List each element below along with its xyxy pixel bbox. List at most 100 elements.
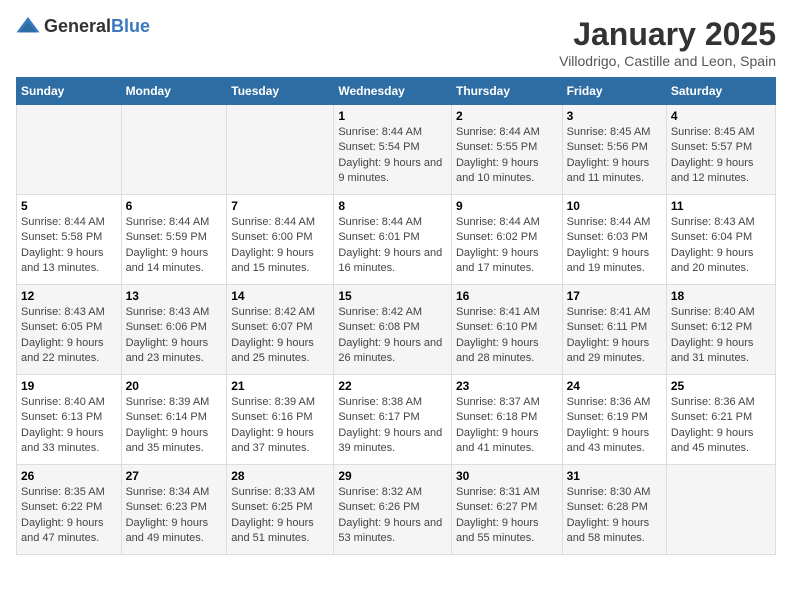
day-number: 15 bbox=[338, 289, 447, 303]
day-info: Sunrise: 8:40 AM Sunset: 6:12 PM Dayligh… bbox=[671, 305, 771, 367]
calendar-cell: 18 Sunrise: 8:40 AM Sunset: 6:12 PM Dayli… bbox=[666, 285, 775, 375]
calendar-cell: 7 Sunrise: 8:44 AM Sunset: 6:00 PM Daylig… bbox=[227, 195, 334, 285]
day-info: Sunrise: 8:35 AM Sunset: 6:22 PM Dayligh… bbox=[21, 485, 117, 547]
calendar-cell: 23 Sunrise: 8:37 AM Sunset: 6:18 PM Dayli… bbox=[451, 375, 562, 465]
day-number: 16 bbox=[456, 289, 558, 303]
calendar-cell: 17 Sunrise: 8:41 AM Sunset: 6:11 PM Dayli… bbox=[562, 285, 666, 375]
calendar-cell: 30 Sunrise: 8:31 AM Sunset: 6:27 PM Dayli… bbox=[451, 465, 562, 555]
day-number: 17 bbox=[567, 289, 662, 303]
calendar-cell: 2 Sunrise: 8:44 AM Sunset: 5:55 PM Daylig… bbox=[451, 105, 562, 195]
day-info: Sunrise: 8:40 AM Sunset: 6:13 PM Dayligh… bbox=[21, 395, 117, 457]
day-info: Sunrise: 8:36 AM Sunset: 6:19 PM Dayligh… bbox=[567, 395, 662, 457]
day-number: 6 bbox=[126, 199, 223, 213]
day-info: Sunrise: 8:44 AM Sunset: 5:54 PM Dayligh… bbox=[338, 125, 447, 187]
day-info: Sunrise: 8:38 AM Sunset: 6:17 PM Dayligh… bbox=[338, 395, 447, 457]
header-day-friday: Friday bbox=[562, 78, 666, 105]
day-number: 7 bbox=[231, 199, 329, 213]
calendar-week-4: 19 Sunrise: 8:40 AM Sunset: 6:13 PM Dayli… bbox=[17, 375, 776, 465]
calendar-cell: 10Sunrise: 8:44 AM Sunset: 6:03 PM Dayli… bbox=[562, 195, 666, 285]
calendar-cell bbox=[227, 105, 334, 195]
day-info: Sunrise: 8:43 AM Sunset: 6:06 PM Dayligh… bbox=[126, 305, 223, 367]
logo-general: General bbox=[44, 16, 111, 36]
day-info: Sunrise: 8:42 AM Sunset: 6:08 PM Dayligh… bbox=[338, 305, 447, 367]
day-info: Sunrise: 8:45 AM Sunset: 5:57 PM Dayligh… bbox=[671, 125, 771, 187]
day-info: Sunrise: 8:45 AM Sunset: 5:56 PM Dayligh… bbox=[567, 125, 662, 187]
day-number: 11 bbox=[671, 199, 771, 213]
day-info: Sunrise: 8:32 AM Sunset: 6:26 PM Dayligh… bbox=[338, 485, 447, 547]
calendar-cell: 8 Sunrise: 8:44 AM Sunset: 6:01 PM Daylig… bbox=[334, 195, 452, 285]
day-info: Sunrise: 8:44 AM Sunset: 6:03 PM Dayligh… bbox=[567, 215, 662, 277]
calendar-cell: 4 Sunrise: 8:45 AM Sunset: 5:57 PM Daylig… bbox=[666, 105, 775, 195]
day-info: Sunrise: 8:44 AM Sunset: 5:55 PM Dayligh… bbox=[456, 125, 558, 187]
day-number: 4 bbox=[671, 109, 771, 123]
calendar-cell: 13 Sunrise: 8:43 AM Sunset: 6:06 PM Dayli… bbox=[121, 285, 227, 375]
calendar-cell: 19 Sunrise: 8:40 AM Sunset: 6:13 PM Dayli… bbox=[17, 375, 122, 465]
day-info: Sunrise: 8:42 AM Sunset: 6:07 PM Dayligh… bbox=[231, 305, 329, 367]
day-info: Sunrise: 8:37 AM Sunset: 6:18 PM Dayligh… bbox=[456, 395, 558, 457]
calendar-header-row: SundayMondayTuesdayWednesdayThursdayFrid… bbox=[17, 78, 776, 105]
header-day-sunday: Sunday bbox=[17, 78, 122, 105]
calendar-cell: 12 Sunrise: 8:43 AM Sunset: 6:05 PM Dayli… bbox=[17, 285, 122, 375]
day-number: 14 bbox=[231, 289, 329, 303]
calendar-cell bbox=[121, 105, 227, 195]
day-number: 21 bbox=[231, 379, 329, 393]
header-day-monday: Monday bbox=[121, 78, 227, 105]
day-info: Sunrise: 8:34 AM Sunset: 6:23 PM Dayligh… bbox=[126, 485, 223, 547]
header-day-wednesday: Wednesday bbox=[334, 78, 452, 105]
calendar-week-1: 1Sunrise: 8:44 AM Sunset: 5:54 PM Daylig… bbox=[17, 105, 776, 195]
calendar-week-5: 26 Sunrise: 8:35 AM Sunset: 6:22 PM Dayli… bbox=[17, 465, 776, 555]
logo-icon bbox=[16, 17, 40, 37]
calendar-cell: 28 Sunrise: 8:33 AM Sunset: 6:25 PM Dayli… bbox=[227, 465, 334, 555]
title-area: January 2025 Villodrigo, Castille and Le… bbox=[559, 16, 776, 69]
calendar-cell: 3Sunrise: 8:45 AM Sunset: 5:56 PM Daylig… bbox=[562, 105, 666, 195]
day-number: 26 bbox=[21, 469, 117, 483]
calendar-table: SundayMondayTuesdayWednesdayThursdayFrid… bbox=[16, 77, 776, 555]
day-info: Sunrise: 8:44 AM Sunset: 6:02 PM Dayligh… bbox=[456, 215, 558, 277]
calendar-cell: 31Sunrise: 8:30 AM Sunset: 6:28 PM Dayli… bbox=[562, 465, 666, 555]
calendar-cell: 26 Sunrise: 8:35 AM Sunset: 6:22 PM Dayli… bbox=[17, 465, 122, 555]
header-day-saturday: Saturday bbox=[666, 78, 775, 105]
day-number: 25 bbox=[671, 379, 771, 393]
day-info: Sunrise: 8:31 AM Sunset: 6:27 PM Dayligh… bbox=[456, 485, 558, 547]
day-number: 27 bbox=[126, 469, 223, 483]
calendar-cell: 21Sunrise: 8:39 AM Sunset: 6:16 PM Dayli… bbox=[227, 375, 334, 465]
logo: GeneralBlue bbox=[16, 16, 150, 37]
header-day-tuesday: Tuesday bbox=[227, 78, 334, 105]
calendar-cell bbox=[17, 105, 122, 195]
day-number: 8 bbox=[338, 199, 447, 213]
day-number: 28 bbox=[231, 469, 329, 483]
calendar-cell: 16 Sunrise: 8:41 AM Sunset: 6:10 PM Dayli… bbox=[451, 285, 562, 375]
day-info: Sunrise: 8:41 AM Sunset: 6:11 PM Dayligh… bbox=[567, 305, 662, 367]
day-number: 12 bbox=[21, 289, 117, 303]
calendar-cell bbox=[666, 465, 775, 555]
calendar-cell: 14 Sunrise: 8:42 AM Sunset: 6:07 PM Dayli… bbox=[227, 285, 334, 375]
subtitle: Villodrigo, Castille and Leon, Spain bbox=[559, 53, 776, 69]
day-info: Sunrise: 8:33 AM Sunset: 6:25 PM Dayligh… bbox=[231, 485, 329, 547]
day-info: Sunrise: 8:44 AM Sunset: 5:59 PM Dayligh… bbox=[126, 215, 223, 277]
day-info: Sunrise: 8:30 AM Sunset: 6:28 PM Dayligh… bbox=[567, 485, 662, 547]
day-number: 2 bbox=[456, 109, 558, 123]
day-number: 19 bbox=[21, 379, 117, 393]
day-number: 22 bbox=[338, 379, 447, 393]
day-info: Sunrise: 8:44 AM Sunset: 5:58 PM Dayligh… bbox=[21, 215, 117, 277]
calendar-cell: 1Sunrise: 8:44 AM Sunset: 5:54 PM Daylig… bbox=[334, 105, 452, 195]
day-number: 30 bbox=[456, 469, 558, 483]
day-number: 18 bbox=[671, 289, 771, 303]
day-info: Sunrise: 8:41 AM Sunset: 6:10 PM Dayligh… bbox=[456, 305, 558, 367]
day-number: 9 bbox=[456, 199, 558, 213]
day-number: 5 bbox=[21, 199, 117, 213]
day-number: 13 bbox=[126, 289, 223, 303]
day-info: Sunrise: 8:44 AM Sunset: 6:00 PM Dayligh… bbox=[231, 215, 329, 277]
calendar-cell: 15 Sunrise: 8:42 AM Sunset: 6:08 PM Dayli… bbox=[334, 285, 452, 375]
day-number: 20 bbox=[126, 379, 223, 393]
day-info: Sunrise: 8:39 AM Sunset: 6:14 PM Dayligh… bbox=[126, 395, 223, 457]
main-title: January 2025 bbox=[559, 16, 776, 53]
day-info: Sunrise: 8:44 AM Sunset: 6:01 PM Dayligh… bbox=[338, 215, 447, 277]
calendar-cell: 27 Sunrise: 8:34 AM Sunset: 6:23 PM Dayli… bbox=[121, 465, 227, 555]
day-info: Sunrise: 8:43 AM Sunset: 6:05 PM Dayligh… bbox=[21, 305, 117, 367]
day-number: 23 bbox=[456, 379, 558, 393]
calendar-cell: 20 Sunrise: 8:39 AM Sunset: 6:14 PM Dayli… bbox=[121, 375, 227, 465]
header-day-thursday: Thursday bbox=[451, 78, 562, 105]
day-number: 24 bbox=[567, 379, 662, 393]
day-number: 29 bbox=[338, 469, 447, 483]
